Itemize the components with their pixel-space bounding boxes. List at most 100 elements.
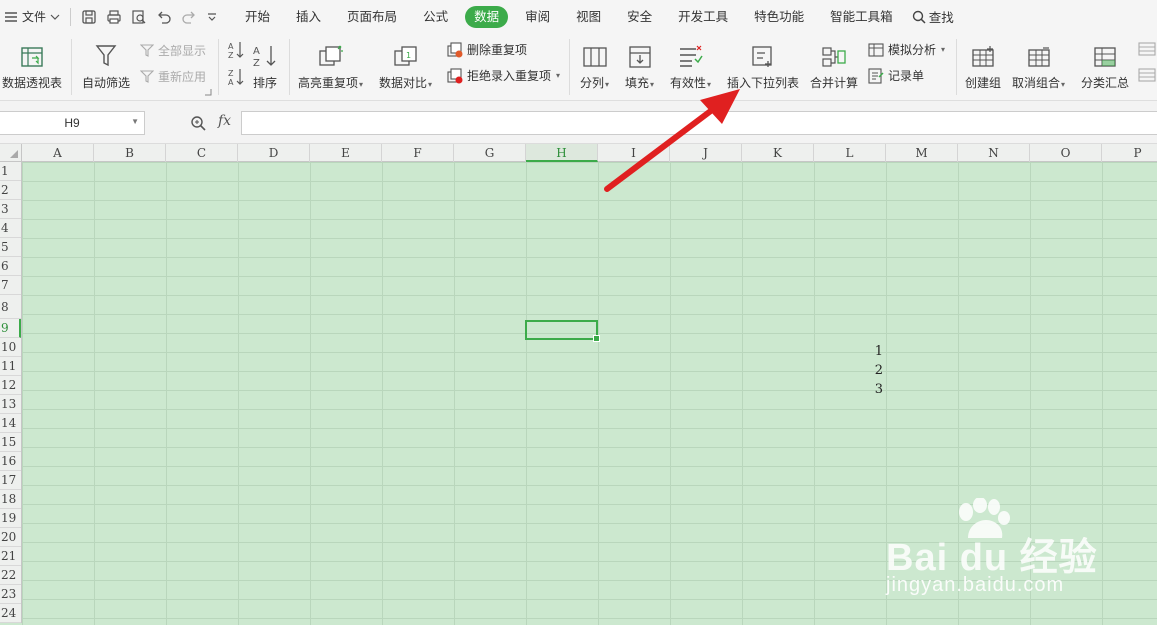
row-header[interactable]: 21	[0, 547, 21, 566]
row-header[interactable]: 22	[0, 566, 21, 585]
select-all-button[interactable]	[0, 144, 22, 162]
insert-dropdown-list-button[interactable]: 插入下拉列表	[727, 39, 799, 91]
row-header[interactable]: 18	[0, 490, 21, 509]
row-header[interactable]: 16	[0, 452, 21, 471]
row-header[interactable]: 5	[0, 238, 21, 257]
show-all-button[interactable]: 全部显示	[140, 42, 206, 59]
tab-developer[interactable]: 开发工具	[665, 6, 741, 28]
column-header[interactable]: D	[238, 144, 310, 162]
more-ribbon-icon-2[interactable]	[1138, 68, 1156, 82]
tab-smart-toolbox[interactable]: 智能工具箱	[817, 6, 906, 28]
save-icon[interactable]	[81, 9, 97, 25]
row-header[interactable]: 3	[0, 200, 21, 219]
tab-insert[interactable]: 插入	[283, 6, 334, 28]
autofilter-button[interactable]: 自动筛选	[82, 39, 130, 91]
search-button[interactable]: 查找	[912, 7, 954, 26]
record-form-button[interactable]: 记录单	[868, 67, 924, 84]
insert-function-button[interactable]: fx	[218, 113, 231, 129]
subtotal-button[interactable]: 分类汇总	[1081, 39, 1129, 91]
cell-l12[interactable]: 3	[814, 380, 886, 399]
row-header[interactable]: 14	[0, 414, 21, 433]
pivot-table-button[interactable]: 数据透视表	[2, 39, 62, 91]
row-headers: 1 2 3 4 5 6 7 8 9 10 11 12 13 14 15 16 1…	[0, 162, 22, 623]
active-cell-h9[interactable]	[525, 320, 600, 342]
column-header[interactable]: F	[382, 144, 454, 162]
filter-icon	[95, 45, 117, 67]
column-header[interactable]: K	[742, 144, 814, 162]
merge-calculation-button[interactable]: 合并计算	[810, 39, 858, 91]
tab-formulas[interactable]: 公式	[410, 6, 461, 28]
column-header[interactable]: O	[1030, 144, 1102, 162]
row-header[interactable]: 4	[0, 219, 21, 238]
ungroup-button[interactable]: 取消组合▾	[1012, 39, 1065, 91]
column-header[interactable]: L	[814, 144, 886, 162]
row-header[interactable]: 17	[0, 471, 21, 490]
split-column-button[interactable]: 分列▾	[580, 39, 609, 91]
row-header[interactable]: 8	[0, 295, 21, 319]
sort-descending-button[interactable]: ZA	[227, 67, 245, 87]
tab-security[interactable]: 安全	[614, 6, 665, 28]
column-header[interactable]: N	[958, 144, 1030, 162]
formula-input[interactable]	[241, 111, 1157, 135]
svg-text:Z: Z	[228, 69, 234, 78]
pivot-table-icon	[21, 47, 43, 67]
row-header-selected[interactable]: 9	[0, 319, 21, 338]
column-header[interactable]: M	[886, 144, 958, 162]
chevron-down-icon[interactable]: ▼	[131, 117, 139, 126]
column-header[interactable]: A	[22, 144, 94, 162]
column-header[interactable]: B	[94, 144, 166, 162]
name-box[interactable]: H9 ▼	[0, 111, 145, 135]
row-header[interactable]: 19	[0, 509, 21, 528]
undo-icon[interactable]	[156, 9, 172, 25]
zoom-icon[interactable]	[190, 115, 206, 131]
column-header[interactable]: C	[166, 144, 238, 162]
tab-data[interactable]: 数据	[465, 5, 509, 28]
reject-duplicates-button[interactable]: 拒绝录入重复项 ▾	[447, 67, 560, 84]
reapply-button[interactable]: 重新应用	[140, 68, 206, 85]
data-compare-button[interactable]: 1 数据对比▾	[379, 39, 432, 91]
row-header[interactable]: 15	[0, 433, 21, 452]
tab-special-features[interactable]: 特色功能	[741, 6, 817, 28]
create-group-button[interactable]: 创建组	[965, 39, 1001, 91]
row-header[interactable]: 2	[0, 181, 21, 200]
tab-view[interactable]: 视图	[563, 6, 614, 28]
cell-l10[interactable]: 1	[814, 342, 886, 361]
highlight-duplicates-button[interactable]: 高亮重复项▾	[298, 39, 363, 91]
tab-review[interactable]: 审阅	[512, 6, 563, 28]
delete-duplicates-button[interactable]: 删除重复项	[447, 41, 527, 58]
row-header[interactable]: 20	[0, 528, 21, 547]
column-header[interactable]: I	[598, 144, 670, 162]
more-ribbon-icon[interactable]	[1138, 42, 1156, 56]
validity-button[interactable]: 有效性▾	[670, 39, 711, 91]
fill-button[interactable]: 填充▾	[625, 39, 654, 91]
row-header[interactable]: 12	[0, 376, 21, 395]
print-preview-icon[interactable]	[131, 9, 147, 25]
row-header[interactable]: 11	[0, 357, 21, 376]
sort-ascending-button[interactable]: AZ	[227, 40, 245, 60]
row-header[interactable]: 10	[0, 338, 21, 357]
what-if-analysis-button[interactable]: 模拟分析 ▾	[868, 41, 945, 58]
column-header[interactable]: E	[310, 144, 382, 162]
row-header[interactable]: 1	[0, 162, 21, 181]
row-header[interactable]: 13	[0, 395, 21, 414]
tab-page-layout[interactable]: 页面布局	[334, 6, 410, 28]
sort-button[interactable]: AZ 排序	[252, 39, 278, 91]
print-icon[interactable]	[106, 9, 122, 25]
customize-toolbar-icon[interactable]	[206, 11, 218, 23]
file-menu[interactable]: 文件	[0, 0, 66, 33]
column-header[interactable]: G	[454, 144, 526, 162]
redo-icon[interactable]	[181, 9, 197, 25]
column-header[interactable]: J	[670, 144, 742, 162]
row-header[interactable]: 7	[0, 276, 21, 295]
ribbon-expand-icon[interactable]	[205, 89, 212, 96]
row-header[interactable]: 24	[0, 604, 21, 623]
divider	[956, 39, 957, 95]
column-header[interactable]: P	[1102, 144, 1157, 162]
row-header[interactable]: 6	[0, 257, 21, 276]
sort-icon: AZ	[253, 46, 276, 69]
cell-l11[interactable]: 2	[814, 361, 886, 380]
column-header-selected[interactable]: H	[526, 144, 598, 162]
row-header[interactable]: 23	[0, 585, 21, 604]
tab-home[interactable]: 开始	[232, 6, 283, 28]
ungroup-icon	[1027, 47, 1050, 67]
